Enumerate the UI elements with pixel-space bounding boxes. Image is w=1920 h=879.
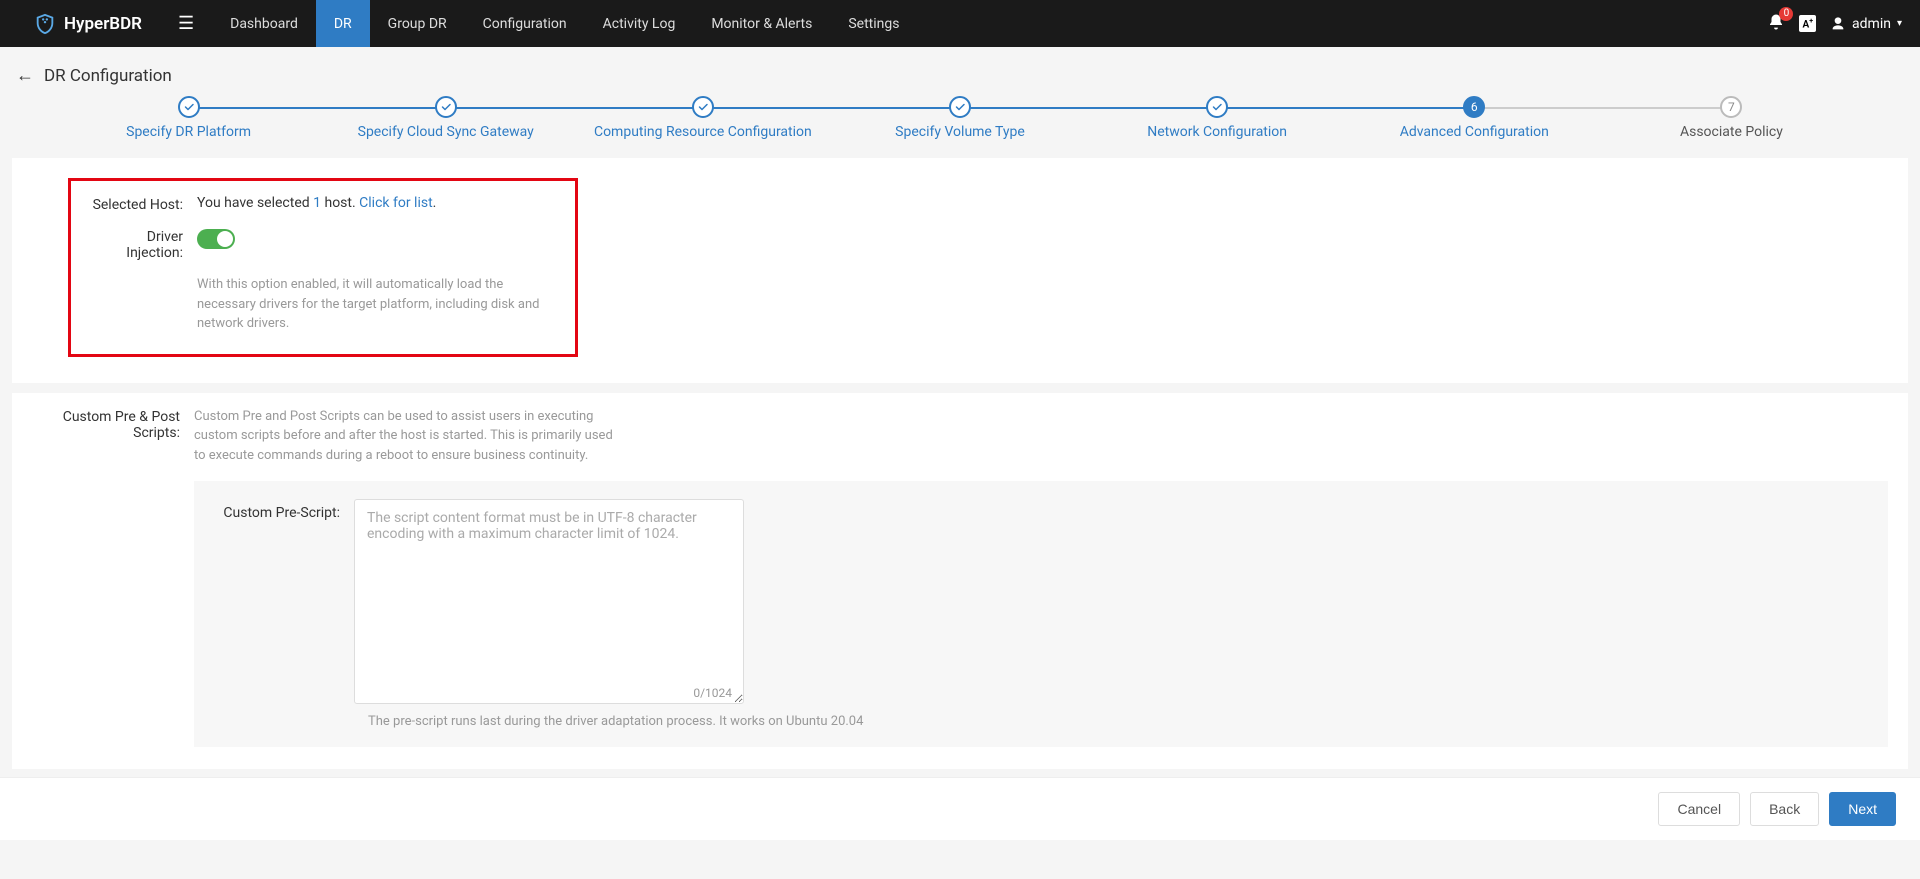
scripts-section-help: Custom Pre and Post Scripts can be used … bbox=[194, 407, 614, 466]
step-1[interactable]: Specify DR Platform bbox=[60, 96, 317, 140]
notification-badge: 0 bbox=[1779, 7, 1793, 21]
driver-injection-help: With this option enabled, it will automa… bbox=[197, 275, 559, 334]
nav-item-configuration[interactable]: Configuration bbox=[465, 0, 585, 47]
step-circle bbox=[178, 96, 200, 118]
step-circle bbox=[1206, 96, 1228, 118]
language-toggle[interactable]: A+ bbox=[1799, 15, 1816, 32]
step-label: Specify DR Platform bbox=[60, 124, 317, 140]
selected-host-label: Selected Host: bbox=[87, 195, 197, 213]
step-7: 7 Associate Policy bbox=[1603, 96, 1860, 140]
next-button[interactable]: Next bbox=[1829, 792, 1896, 826]
step-label: Advanced Configuration bbox=[1346, 124, 1603, 140]
user-menu[interactable]: admin ▾ bbox=[1830, 16, 1902, 32]
top-nav: HyperBDR ☰ DashboardDRGroup DRConfigurat… bbox=[0, 0, 1920, 47]
step-circle: 7 bbox=[1720, 96, 1742, 118]
nav-item-monitor-alerts[interactable]: Monitor & Alerts bbox=[693, 0, 830, 47]
page-header: ← DR Configuration bbox=[0, 47, 1920, 100]
scripts-card: Custom Pre & Post Scripts: Custom Pre an… bbox=[12, 393, 1908, 770]
wizard-stepper: Specify DR PlatformSpecify Cloud Sync Ga… bbox=[0, 96, 1920, 158]
step-5[interactable]: Network Configuration bbox=[1089, 96, 1346, 140]
cancel-button[interactable]: Cancel bbox=[1658, 792, 1740, 826]
step-label: Associate Policy bbox=[1603, 124, 1860, 140]
host-count-link[interactable]: 1 bbox=[313, 195, 321, 211]
menu-toggle-icon[interactable]: ☰ bbox=[160, 13, 212, 34]
step-label: Computing Resource Configuration bbox=[574, 124, 831, 140]
step-circle bbox=[949, 96, 971, 118]
step-label: Specify Cloud Sync Gateway bbox=[317, 124, 574, 140]
shield-icon bbox=[34, 13, 56, 35]
nav-item-group-dr[interactable]: Group DR bbox=[370, 0, 465, 47]
scripts-section-label: Custom Pre & Post Scripts: bbox=[32, 407, 194, 441]
step-4[interactable]: Specify Volume Type bbox=[831, 96, 1088, 140]
step-label: Specify Volume Type bbox=[831, 124, 1088, 140]
selected-host-row: Selected Host: You have selected 1 host.… bbox=[87, 195, 559, 213]
nav-item-dashboard[interactable]: Dashboard bbox=[212, 0, 316, 47]
pre-script-section: Custom Pre-Script: 0/1024 The pre-script… bbox=[194, 481, 1888, 747]
pre-script-help: The pre-script runs last during the driv… bbox=[368, 714, 1868, 729]
back-button[interactable]: Back bbox=[1750, 792, 1819, 826]
chevron-down-icon: ▾ bbox=[1897, 18, 1902, 29]
user-icon bbox=[1830, 16, 1846, 32]
step-3[interactable]: Computing Resource Configuration bbox=[574, 96, 831, 140]
nav-item-activity-log[interactable]: Activity Log bbox=[585, 0, 694, 47]
host-driver-card: Selected Host: You have selected 1 host.… bbox=[12, 158, 1908, 383]
nav-right: 0 A+ admin ▾ bbox=[1767, 13, 1920, 35]
page-title: DR Configuration bbox=[44, 66, 172, 86]
driver-injection-value: With this option enabled, it will automa… bbox=[197, 229, 559, 334]
user-name: admin bbox=[1852, 16, 1891, 32]
pre-script-input[interactable] bbox=[354, 499, 744, 704]
wizard-footer: Cancel Back Next bbox=[0, 777, 1920, 840]
brand-name: HyperBDR bbox=[64, 14, 142, 34]
nav-item-dr[interactable]: DR bbox=[316, 0, 370, 47]
highlight-box: Selected Host: You have selected 1 host.… bbox=[68, 178, 578, 357]
scripts-header-row: Custom Pre & Post Scripts: Custom Pre an… bbox=[32, 407, 1888, 466]
step-label: Network Configuration bbox=[1089, 124, 1346, 140]
content-area: Selected Host: You have selected 1 host.… bbox=[0, 158, 1920, 879]
pre-script-row: Custom Pre-Script: 0/1024 bbox=[214, 499, 1868, 708]
driver-injection-toggle[interactable] bbox=[197, 229, 235, 249]
step-6[interactable]: 6 Advanced Configuration bbox=[1346, 96, 1603, 140]
driver-injection-row: Driver Injection: With this option enabl… bbox=[87, 229, 559, 334]
nav-item-settings[interactable]: Settings bbox=[830, 0, 917, 47]
step-circle: 6 bbox=[1463, 96, 1485, 118]
step-circle bbox=[692, 96, 714, 118]
selected-host-value: You have selected 1 host. Click for list… bbox=[197, 195, 559, 211]
driver-injection-label: Driver Injection: bbox=[87, 229, 197, 261]
step-2[interactable]: Specify Cloud Sync Gateway bbox=[317, 96, 574, 140]
notifications-button[interactable]: 0 bbox=[1767, 13, 1785, 35]
brand-logo: HyperBDR bbox=[0, 13, 160, 35]
click-for-list-link[interactable]: Click for list bbox=[359, 195, 433, 211]
pre-script-wrap: 0/1024 bbox=[354, 499, 744, 708]
back-arrow-icon[interactable]: ← bbox=[16, 65, 34, 86]
pre-script-label: Custom Pre-Script: bbox=[214, 499, 354, 521]
step-circle bbox=[435, 96, 457, 118]
nav-items: DashboardDRGroup DRConfigurationActivity… bbox=[212, 0, 917, 47]
